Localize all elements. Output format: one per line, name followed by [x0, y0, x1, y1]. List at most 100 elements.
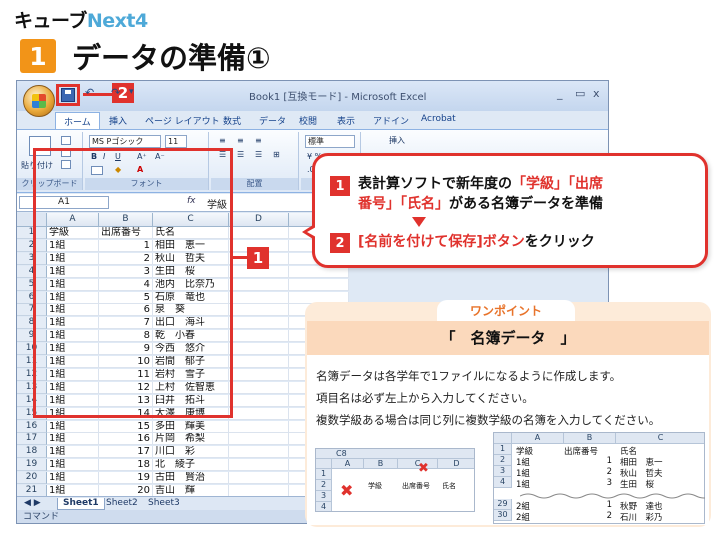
column-header[interactable]: D [229, 213, 289, 227]
bubble-step-2: 2 [330, 233, 350, 253]
table-cell[interactable]: 19 [99, 472, 153, 485]
merge-icon[interactable]: ⊞ [273, 150, 280, 159]
bubble-text-red: 番号」「氏名」 [358, 196, 449, 212]
bubble-step-1-line-2: 番号」「氏名」がある名簿データを準備 [358, 194, 603, 214]
good-example-sheet: A B C 1 学級 出席番号 氏名 2 1組 1 相田 恵一 3 1組 2 秋山 哲夫 4 1組 3 生田 … [493, 432, 705, 524]
table-cell[interactable] [229, 356, 289, 368]
align-right-icon[interactable]: ☰ [255, 150, 262, 159]
row-header[interactable]: 19 [17, 459, 47, 472]
table-cell[interactable]: 1組 [47, 433, 99, 446]
tab-home[interactable]: ホーム [55, 112, 100, 129]
table-cell[interactable] [229, 227, 289, 239]
table-cell[interactable] [229, 304, 289, 317]
font-name-select[interactable]: MS Pゴシック [89, 135, 161, 148]
insert-cells-button[interactable]: 挿入 [389, 135, 405, 146]
tab-data[interactable]: データ [259, 114, 286, 127]
mini-row-header: 3 [494, 466, 512, 477]
mini-col-header: A [332, 459, 364, 469]
sheet-tab-3[interactable]: Sheet3 [143, 498, 185, 510]
table-cell[interactable]: 片岡 希梨 [153, 433, 229, 446]
tab-review[interactable]: 校閲 [299, 114, 317, 127]
mini-col-header: D [438, 459, 474, 469]
brand-prefix: キューブ [14, 10, 87, 32]
row-header[interactable]: 16 [17, 420, 47, 433]
align-center-icon[interactable]: ☰ [237, 150, 244, 159]
row-header[interactable]: 17 [17, 433, 47, 446]
table-cell[interactable] [229, 278, 289, 291]
mini-row-header: 30 [494, 510, 512, 521]
close-icon[interactable]: x [593, 87, 600, 100]
table-cell[interactable]: 多田 輝美 [153, 420, 229, 433]
maximize-icon[interactable]: ▭ [575, 87, 585, 100]
tab-formulas[interactable]: 数式 [223, 114, 241, 127]
mini-cell: 2 [606, 467, 612, 477]
tab-acrobat[interactable]: Acrobat [421, 114, 456, 124]
align-middle-icon[interactable]: ≡ [237, 136, 244, 145]
title-bar: 2 ↶ ↷ ▾ Book1 [互換モード] - Microsoft Excel … [17, 81, 608, 117]
tab-page-layout[interactable]: ページ レイアウト [145, 114, 220, 127]
row-header[interactable]: 20 [17, 472, 47, 485]
tab-view[interactable]: 表示 [337, 114, 355, 127]
chevron-down-icon[interactable]: ▾ [129, 87, 134, 97]
table-cell[interactable] [229, 368, 289, 381]
mini-col-header: B [364, 459, 398, 469]
row-header[interactable]: 18 [17, 446, 47, 459]
table-cell[interactable]: 16 [99, 433, 153, 446]
table-cell[interactable]: 1組 [47, 459, 99, 472]
table-cell[interactable]: 1組 [47, 446, 99, 459]
minimize-icon[interactable]: _ [557, 87, 563, 100]
table-cell[interactable]: 15 [99, 420, 153, 433]
align-top-icon[interactable]: ≡ [219, 136, 226, 145]
table-cell[interactable] [229, 433, 289, 446]
table-cell[interactable] [229, 472, 289, 485]
bubble-text: がある名簿データを準備 [449, 196, 603, 212]
mini-row-header: 4 [316, 502, 332, 511]
table-cell[interactable] [229, 407, 289, 420]
table-cell[interactable]: 17 [99, 446, 153, 459]
table-cell[interactable]: 古田 賢治 [153, 472, 229, 485]
tab-insert[interactable]: 挿入 [109, 114, 127, 127]
number-format-select[interactable]: 標準 [305, 135, 355, 148]
onepoint-heading: 「 名簿データ 」 [307, 321, 709, 355]
mini-row-header: 2 [316, 480, 332, 491]
mini-col-header: C [616, 433, 704, 444]
mini-name-box: C8 [316, 449, 474, 459]
table-cell[interactable] [229, 394, 289, 407]
table-cell[interactable] [289, 278, 349, 291]
onepoint-line-2: 項目名は必ず左上から入力してください。 [316, 391, 534, 405]
cut-icon[interactable] [61, 136, 71, 145]
table-cell[interactable] [229, 420, 289, 433]
sheet-tab-2[interactable]: Sheet2 [101, 498, 143, 510]
table-cell[interactable]: 川口 彩 [153, 446, 229, 459]
table-cell[interactable] [229, 317, 289, 330]
table-cell[interactable] [229, 330, 289, 343]
table-cell[interactable] [229, 459, 289, 472]
mini-row-header: 29 [494, 499, 512, 510]
bubble-step-1-line-1: 表計算ソフトで新年度の「学級」「出席 [358, 174, 603, 194]
save-icon[interactable] [61, 88, 75, 102]
office-button[interactable] [23, 85, 55, 117]
sheet-tab-1[interactable]: Sheet1 [57, 498, 105, 510]
onepoint-line-1: 名簿データは各学年で1ファイルになるように作成します。 [316, 369, 622, 383]
align-bottom-icon[interactable]: ≡ [255, 136, 262, 145]
redo-icon[interactable]: ↷ [111, 86, 120, 99]
table-cell[interactable]: 1組 [47, 420, 99, 433]
table-cell[interactable]: 18 [99, 459, 153, 472]
font-size-select[interactable]: 11 [165, 135, 187, 148]
sheet-nav-icon[interactable]: ◀ ▶ [19, 498, 46, 510]
omission-wave [520, 493, 705, 499]
table-cell[interactable]: 北 綾子 [153, 459, 229, 472]
mini-col-header: A [512, 433, 564, 444]
mini-cell: 出席番号 [402, 482, 430, 490]
tab-addins[interactable]: アドイン [373, 114, 409, 127]
table-cell[interactable] [229, 291, 289, 304]
table-cell[interactable]: 1組 [47, 472, 99, 485]
table-cell[interactable] [229, 446, 289, 459]
table-cell[interactable] [229, 343, 289, 356]
onepoint-line-3: 複数学級ある場合は同じ列に複数学級の名簿を入力してください。 [316, 413, 661, 427]
mini-row-header: 1 [316, 469, 332, 480]
table-cell[interactable] [229, 381, 289, 394]
undo-icon[interactable]: ↶ [85, 86, 94, 99]
brand-logo: キューブNext4 [14, 6, 148, 33]
bubble-step-2-text: [名前を付けて保存]ボタンをクリック [358, 232, 595, 252]
